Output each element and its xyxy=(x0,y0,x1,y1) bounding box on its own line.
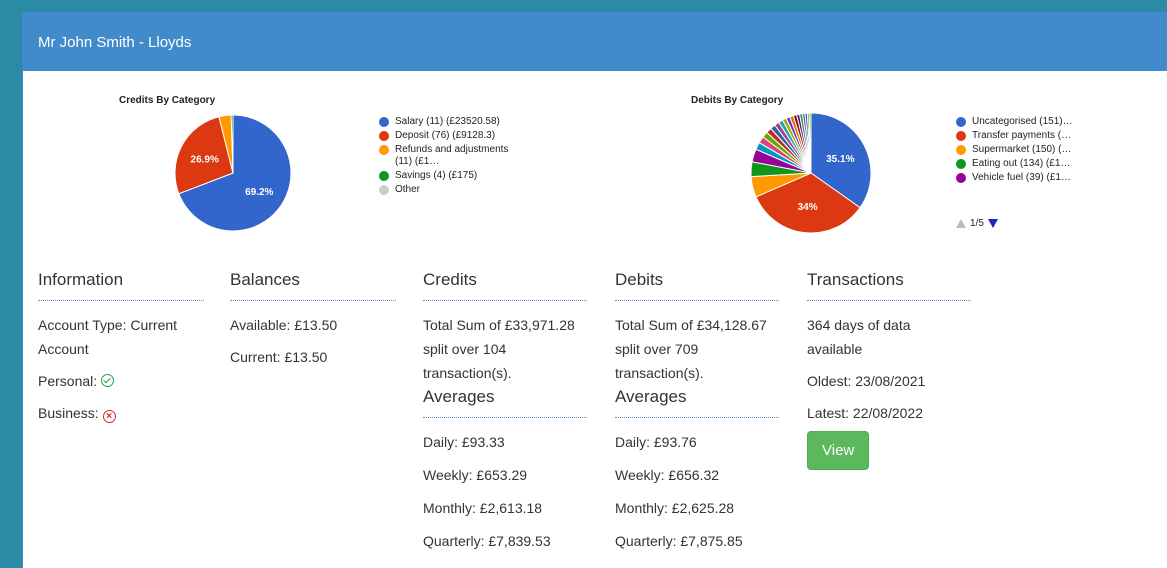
transactions-heading: Transactions xyxy=(807,270,971,301)
legend-prev-icon[interactable] xyxy=(956,219,966,228)
legend-label: Eating out (134) (£1… xyxy=(972,158,1071,169)
legend-dot xyxy=(956,173,966,183)
panel-header: Mr John Smith - Lloyds xyxy=(23,13,1167,71)
debits-legend-item-uncategorised[interactable]: Uncategorised (151)… xyxy=(956,116,1106,128)
credits-legend-item-other[interactable]: Other xyxy=(379,184,519,196)
legend-label: Salary (11) (£23520.58) xyxy=(395,116,500,127)
legend-dot xyxy=(379,171,389,181)
x-circle-icon: × xyxy=(102,410,116,423)
account-type-line2: Account xyxy=(38,341,89,357)
view-transactions-button[interactable]: View xyxy=(807,431,870,470)
debits-legend-item-eating-out[interactable]: Eating out (134) (£1… xyxy=(956,158,1106,170)
legend-label: Refunds and adjustments (11) (£1… xyxy=(395,144,509,167)
transactions-days-line1: 364 days of data xyxy=(807,317,911,333)
balances-section: Balances Available: £13.50 Current: £13.… xyxy=(230,270,396,369)
credits-heading: Credits xyxy=(423,270,587,301)
credits-legend-item-savings[interactable]: Savings (4) (£175) xyxy=(379,170,519,182)
personal-label: Personal: xyxy=(38,373,98,389)
legend-dot xyxy=(379,131,389,141)
legend-dot xyxy=(956,159,966,169)
legend-label: Savings (4) (£175) xyxy=(395,170,478,181)
legend-label: Supermarket (150) (… xyxy=(972,144,1072,155)
credits-averages-heading: Averages xyxy=(423,387,587,418)
pie-slice-label: 34% xyxy=(798,202,818,213)
account-type-line1: Account Type: Current xyxy=(38,317,178,333)
credits-legend-item-refunds[interactable]: Refunds and adjustments (11) (£1… xyxy=(379,144,519,168)
check-circle-icon xyxy=(101,374,115,387)
available-balance: Available: £13.50 xyxy=(230,317,338,333)
credits-total-line3: transaction(s). xyxy=(423,365,512,381)
personal-row: Personal: xyxy=(38,369,204,393)
debits-legend-item-vehicle-fuel[interactable]: Vehicle fuel (39) (£1… xyxy=(956,172,1106,184)
credits-chart-title: Credits By Category xyxy=(119,95,216,106)
legend-dot xyxy=(956,131,966,141)
pie-slice-label: 69.2% xyxy=(245,187,273,198)
debits-legend-item-transfer[interactable]: Transfer payments (… xyxy=(956,130,1106,142)
debits-weekly: Weekly: £656.32 xyxy=(615,467,720,483)
legend-label: Vehicle fuel (39) (£1… xyxy=(972,172,1071,183)
credits-total-line2: split over 104 xyxy=(423,341,507,357)
information-section: Information Account Type: Current Accoun… xyxy=(38,270,204,425)
latest-date: Latest: 22/08/2022 xyxy=(807,405,923,421)
legend-label: Deposit (76) (£9128.3) xyxy=(395,130,496,141)
business-label: Business: xyxy=(38,405,99,421)
debits-quarterly: Quarterly: £7,875.85 xyxy=(615,533,743,549)
legend-page-indicator: 1/5 xyxy=(970,218,984,229)
pie-slice-label: 35.1% xyxy=(826,154,854,165)
legend-label: Transfer payments (… xyxy=(972,130,1072,141)
debits-pie-chart: 35.1% 34% xyxy=(751,113,872,234)
transactions-days-line2: available xyxy=(807,341,863,357)
current-balance: Current: £13.50 xyxy=(230,349,328,365)
oldest-date: Oldest: 23/08/2021 xyxy=(807,373,926,389)
credits-section: Credits Total Sum of £33,971.28 split ov… xyxy=(423,270,587,553)
debits-section: Debits Total Sum of £34,128.67 split ove… xyxy=(615,270,779,553)
debits-legend-item-supermarket[interactable]: Supermarket (150) (… xyxy=(956,144,1106,156)
account-panel: Mr John Smith - Lloyds Credits By Catego… xyxy=(22,12,1167,568)
debits-chart-title: Debits By Category xyxy=(691,95,784,106)
debits-monthly: Monthly: £2,625.28 xyxy=(615,500,735,516)
debits-total-line3: transaction(s). xyxy=(615,365,704,381)
legend-dot xyxy=(379,117,389,127)
legend-dot xyxy=(956,145,966,155)
legend-label: Uncategorised (151)… xyxy=(972,116,1073,127)
debits-heading: Debits xyxy=(615,270,779,301)
debits-total-line1: Total Sum of £34,128.67 xyxy=(615,317,767,333)
pie-slice-label: 26.9% xyxy=(191,154,219,165)
debits-legend-pager: 1/5 xyxy=(956,218,998,229)
information-heading: Information xyxy=(38,270,204,301)
legend-dot xyxy=(379,145,389,155)
legend-dot xyxy=(956,117,966,127)
credits-legend-item-salary[interactable]: Salary (11) (£23520.58) xyxy=(379,116,519,128)
credits-legend: Salary (11) (£23520.58) Deposit (76) (£9… xyxy=(379,116,519,198)
credits-total-line1: Total Sum of £33,971.28 xyxy=(423,317,575,333)
credits-weekly: Weekly: £653.29 xyxy=(423,467,528,483)
debits-total-line2: split over 709 xyxy=(615,341,699,357)
legend-dot xyxy=(379,185,389,195)
credits-pie-chart: 69.2% 26.9% xyxy=(175,115,292,232)
transactions-section: Transactions 364 days of data available … xyxy=(807,270,971,470)
debits-daily: Daily: £93.76 xyxy=(615,434,697,450)
account-title: Mr John Smith - Lloyds xyxy=(38,33,192,51)
business-row: Business: × xyxy=(38,401,204,425)
credits-quarterly: Quarterly: £7,839.53 xyxy=(423,533,551,549)
credits-monthly: Monthly: £2,613.18 xyxy=(423,500,543,516)
legend-label: Other xyxy=(395,184,421,195)
debits-legend: Uncategorised (151)… Transfer payments (… xyxy=(956,116,1106,186)
credits-daily: Daily: £93.33 xyxy=(423,434,505,450)
debits-averages-heading: Averages xyxy=(615,387,779,418)
legend-next-icon[interactable] xyxy=(987,219,998,228)
balances-heading: Balances xyxy=(230,270,396,301)
credits-legend-item-deposit[interactable]: Deposit (76) (£9128.3) xyxy=(379,130,519,142)
